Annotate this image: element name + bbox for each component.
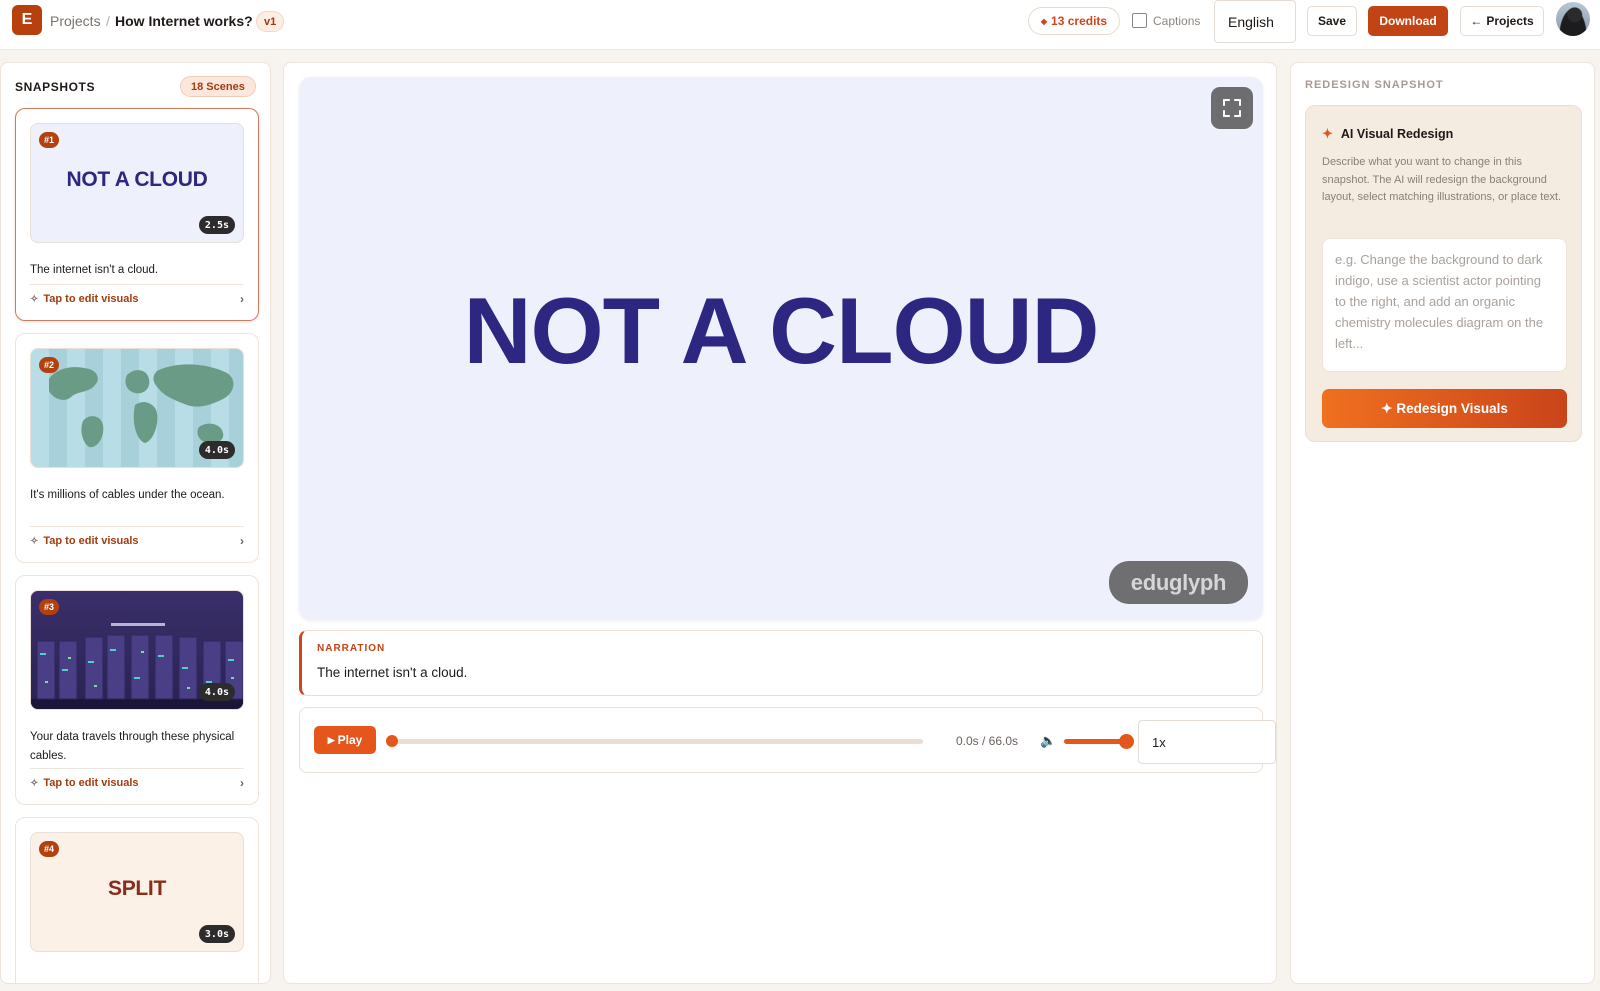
volume-slider[interactable]	[1064, 739, 1126, 744]
play-icon: ▶	[327, 734, 335, 745]
sidebar-title: SNAPSHOTS	[15, 80, 96, 94]
play-label: Play	[337, 733, 363, 747]
breadcrumb-projects[interactable]: Projects	[50, 13, 101, 29]
project-title: How Internet works?	[115, 13, 253, 29]
scene-card-4[interactable]: #4 SPLIT 3.0s	[15, 817, 259, 983]
ai-redesign-description: Describe what you want to change in this…	[1322, 156, 1562, 203]
time-display: 0.0s / 66.0s	[956, 734, 1019, 748]
seek-bar[interactable]	[393, 739, 923, 744]
back-to-projects-button[interactable]: ← Projects	[1460, 6, 1544, 36]
back-to-projects-label: Projects	[1486, 14, 1534, 28]
sparkle-star-icon: ✦	[1381, 400, 1393, 416]
watermark: eduglyph	[1109, 561, 1248, 604]
chevron-right-icon: ›	[240, 292, 244, 306]
fullscreen-icon	[1223, 99, 1241, 117]
language-select[interactable]: English	[1214, 0, 1296, 43]
scene-count-badge: 18 Scenes	[180, 76, 256, 97]
duration-badge: 4.0s	[198, 683, 235, 701]
scene-number-badge: #1	[39, 132, 60, 148]
edit-visuals-label: Tap to edit visuals	[43, 535, 139, 547]
chevron-right-icon: ›	[240, 534, 244, 548]
scene-caption: The internet isn't a cloud.	[30, 264, 159, 276]
edit-visuals-link[interactable]: ✧ Tap to edit visuals ›	[30, 292, 244, 306]
scene-number-badge: #3	[39, 599, 60, 615]
chevron-right-icon: ›	[240, 776, 244, 790]
credits-icon: ◆	[1040, 16, 1048, 26]
edit-visuals-label: Tap to edit visuals	[43, 293, 139, 305]
divider	[30, 526, 244, 527]
duration-badge: 2.5s	[198, 216, 235, 234]
credits-badge[interactable]: ◆ 13 credits	[1028, 7, 1120, 35]
download-button[interactable]: Download	[1368, 6, 1448, 36]
sparkle-icon: ✧	[30, 535, 39, 547]
captions-checkbox[interactable]	[1132, 13, 1147, 28]
preview-panel: NOT A CLOUD eduglyph NARRATION The inter…	[283, 62, 1277, 984]
redesign-prompt-input[interactable]: e.g. Change the background to dark indig…	[1322, 238, 1567, 372]
captions-toggle[interactable]: Captions	[1132, 13, 1200, 28]
edit-visuals-label: Tap to edit visuals	[43, 777, 139, 789]
avatar[interactable]	[1556, 2, 1590, 36]
scene-card-1[interactable]: #1 NOT A CLOUD 2.5s The internet isn't a…	[15, 108, 259, 321]
preview-title: NOT A CLOUD	[463, 278, 1100, 383]
scene-caption: Your data travels through these physical…	[30, 731, 235, 762]
sparkle-icon: ✧	[30, 777, 39, 789]
ai-redesign-title: AI Visual Redesign	[1340, 127, 1454, 141]
seek-handle[interactable]	[386, 735, 398, 747]
fullscreen-button[interactable]	[1211, 87, 1253, 129]
duration-badge: 3.0s	[198, 925, 235, 943]
scene-number-badge: #2	[39, 357, 60, 373]
edit-visuals-link[interactable]: ✧ Tap to edit visuals ›	[30, 534, 244, 548]
scene-thumbnail[interactable]: #3 4.0s	[30, 590, 244, 710]
narration-text: The internet isn't a cloud.	[317, 665, 468, 680]
top-bar: E Projects / How Internet works? v1 ◆ 13…	[0, 0, 1600, 50]
redesign-visuals-button[interactable]: ✦ Redesign Visuals	[1322, 389, 1567, 428]
sparkle-star-icon: ✦	[1322, 126, 1333, 141]
arrow-left-icon: ←	[1470, 14, 1483, 28]
scene-thumbnail[interactable]: #4 SPLIT 3.0s	[30, 832, 244, 952]
thumbnail-title: NOT A CLOUD	[66, 168, 208, 191]
scene-thumbnail[interactable]: #1 NOT A CLOUD 2.5s	[30, 123, 244, 243]
snapshot-preview[interactable]: NOT A CLOUD eduglyph	[299, 77, 1263, 620]
playback-speed-select[interactable]: 1x	[1138, 720, 1276, 764]
scene-card-3[interactable]: #3 4.0s Your data travels through these …	[15, 575, 259, 805]
captions-label: Captions	[1153, 13, 1201, 28]
thumbnail-title: SPLIT	[107, 877, 166, 900]
sparkle-icon: ✧	[30, 293, 39, 305]
scene-card-2[interactable]: #2 4.0s It's millions of cables under th…	[15, 333, 259, 563]
breadcrumb-separator: /	[106, 13, 110, 29]
redesign-visuals-label: Redesign Visuals	[1396, 401, 1508, 416]
divider	[30, 284, 244, 285]
redesign-panel-title: REDESIGN SNAPSHOT	[1305, 79, 1444, 91]
play-button[interactable]: ▶ Play	[314, 726, 376, 754]
redesign-panel: REDESIGN SNAPSHOT ✦ AI Visual Redesign D…	[1290, 62, 1595, 984]
divider	[30, 768, 244, 769]
credits-label: 13 credits	[1051, 14, 1108, 28]
ai-redesign-heading: ✦ AI Visual Redesign	[1322, 126, 1453, 142]
narration-label: NARRATION	[317, 643, 386, 654]
speaker-icon[interactable]: 🔈	[1040, 733, 1056, 749]
narration-box: NARRATION The internet isn't a cloud.	[299, 630, 1263, 696]
save-button[interactable]: Save	[1307, 6, 1357, 36]
scene-caption: It's millions of cables under the ocean.	[30, 489, 225, 501]
edit-visuals-link[interactable]: ✧ Tap to edit visuals ›	[30, 776, 244, 790]
scene-number-badge: #4	[39, 841, 60, 857]
version-badge: v1	[256, 11, 285, 32]
volume-handle[interactable]	[1119, 734, 1134, 749]
app-logo[interactable]: E	[12, 5, 42, 35]
audio-player: ▶ Play 0.0s / 66.0s 🔈 1x	[299, 707, 1276, 773]
snapshots-sidebar: SNAPSHOTS 18 Scenes #1 NOT A CLOUD 2.5s …	[0, 62, 271, 984]
duration-badge: 4.0s	[198, 441, 235, 459]
ai-redesign-card: ✦ AI Visual Redesign Describe what you w…	[1305, 105, 1582, 442]
scene-thumbnail[interactable]: #2 4.0s	[30, 348, 244, 468]
